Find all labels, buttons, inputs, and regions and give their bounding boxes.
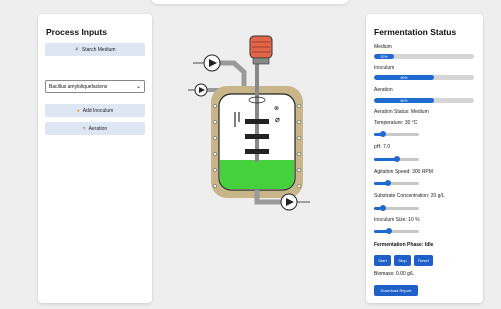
broth-liquid (220, 160, 294, 189)
aeration-progress: 60% (374, 98, 474, 103)
fermentation-status-panel: Fermentation Status Medium 20% Inoculum … (366, 14, 483, 303)
wheat-icon: ⚘ (74, 46, 79, 53)
agitation-slider-handle[interactable] (384, 180, 391, 186)
fermentation-phase: Fermentation Phase: Idle (374, 242, 434, 248)
biomass-readout: Biomass: 0.00 g/L (374, 271, 415, 277)
substrate-slider[interactable] (374, 205, 419, 211)
temperature-slider[interactable] (374, 131, 419, 137)
reset-button[interactable]: Reset (414, 255, 433, 266)
temperature-slider-handle[interactable] (380, 131, 386, 137)
inoculum-size-slider-handle[interactable] (385, 228, 392, 234)
substrate-label: Substrate Concentration: 20 g/L (374, 193, 445, 199)
medium-progress: 20% (374, 54, 474, 59)
inoculum-progress-fill: 60% (374, 75, 434, 80)
download-report-button[interactable]: Download Report (374, 285, 418, 296)
add-inoculum-button[interactable]: ● Add Inoculum (45, 104, 145, 117)
starch-medium-label: Starch Medium (81, 46, 116, 53)
process-inputs-title: Process Inputs (46, 27, 107, 37)
svg-text:⊗: ⊗ (274, 105, 279, 112)
starch-medium-button[interactable]: ⚘ Starch Medium (45, 43, 145, 56)
process-inputs-panel: Process Inputs ⚘ Starch Medium Bacillus … (38, 14, 152, 303)
chevron-down-icon: ⌄ (135, 84, 141, 90)
ph-slider-handle[interactable] (393, 156, 400, 162)
stop-button[interactable]: Stop (394, 255, 411, 266)
aeration-label: Aeration (88, 125, 108, 132)
substrate-slider-handle[interactable] (380, 205, 386, 211)
aeration-status: Aeration Status: Medium (374, 109, 429, 115)
aeration-progress-fill: 60% (374, 98, 434, 103)
strain-select[interactable]: Bacillus amyloliquefaciens ⌄ (45, 80, 145, 93)
strain-select-value: Bacillus amyloliquefaciens (49, 83, 108, 90)
aeration-button[interactable]: ≈ Aeration (45, 122, 145, 135)
agitator-shaft (255, 62, 259, 162)
sensor-symbol: ⌀ (275, 115, 280, 124)
fermentation-status-title: Fermentation Status (374, 27, 457, 37)
aeration-level-label: Aeration (374, 87, 393, 93)
bacteria-icon: ● (76, 107, 80, 114)
air-icon: ≈ (82, 125, 86, 132)
impeller-3 (245, 149, 269, 154)
inoculum-size-label: Inoculum Size: 10 % (374, 217, 420, 223)
top-header-pill (150, 0, 350, 4)
inoculum-progress: 60% (374, 75, 474, 80)
medium-progress-fill: 20% (374, 54, 394, 59)
bioreactor-diagram: ⌀ ⊗ (188, 35, 310, 211)
temperature-label: Temperature: 30 °C (374, 120, 418, 126)
agitation-label: Agitation Speed: 300 RPM (374, 169, 433, 175)
medium-label: Medium (374, 44, 392, 50)
motor-coupling (252, 57, 270, 65)
agitation-slider[interactable] (374, 180, 419, 186)
impeller-1 (245, 119, 269, 124)
impeller-2 (245, 134, 269, 139)
ph-slider[interactable] (374, 156, 419, 162)
add-inoculum-label: Add Inoculum (82, 107, 114, 114)
ph-label: pH: 7.0 (374, 144, 391, 150)
inoculum-label: Inoculum (374, 65, 395, 71)
inoculum-size-slider[interactable] (374, 228, 419, 234)
start-button[interactable]: Start (374, 255, 391, 266)
